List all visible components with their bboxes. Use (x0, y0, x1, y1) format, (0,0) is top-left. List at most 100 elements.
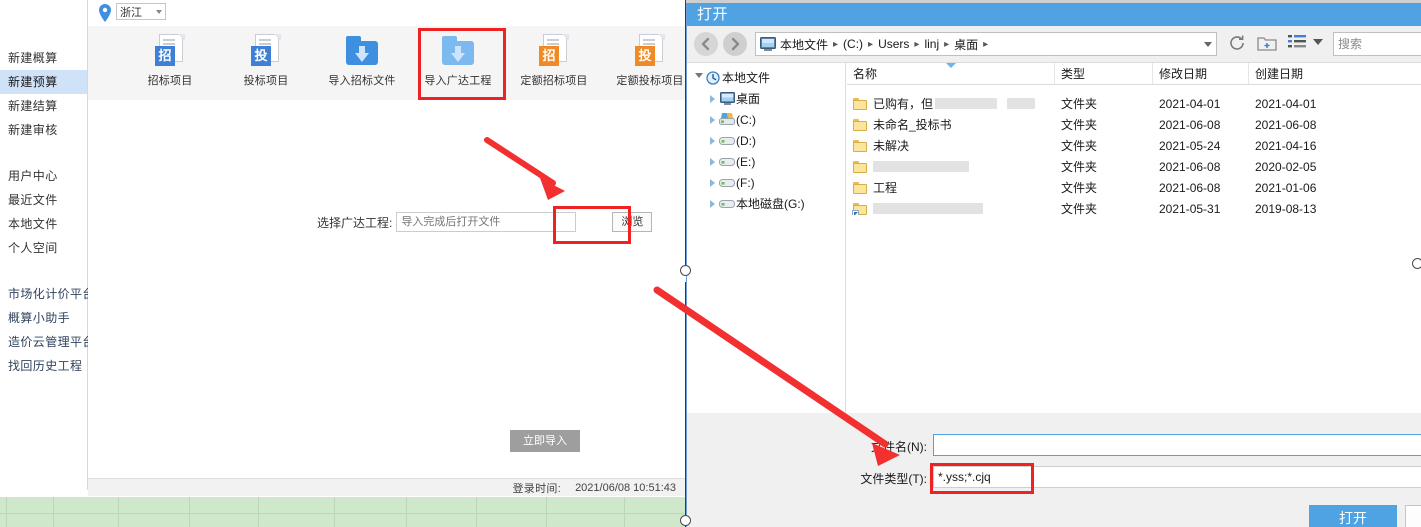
sidebar-item-new-audit[interactable]: 新建审核 (0, 118, 87, 142)
redacted-text (873, 161, 969, 172)
guangda-path-input[interactable] (396, 212, 577, 232)
chevron-right-icon[interactable] (707, 94, 718, 103)
sidebar-item-recent-files[interactable]: 最近文件 (0, 188, 87, 212)
cancel-button[interactable] (1405, 505, 1421, 527)
filename-input[interactable] (933, 434, 1421, 456)
tree-item-drive-e[interactable]: (E:) (687, 151, 845, 172)
sidebar-item-recover-history[interactable]: 找回历史工程 (0, 354, 87, 378)
doc-orange-zhao-icon: 招 (537, 34, 571, 68)
column-header-type[interactable]: 类型 (1055, 63, 1153, 84)
chevron-down-icon[interactable] (1204, 41, 1212, 47)
file-type: 文件夹 (1061, 118, 1098, 132)
file-type: 文件夹 (1061, 202, 1098, 216)
chevron-down-icon[interactable] (693, 73, 704, 82)
tree-item-drive-d[interactable]: (D:) (687, 130, 845, 151)
import-now-button[interactable]: 立即导入 (510, 430, 580, 452)
forward-button[interactable] (723, 32, 747, 56)
badge-zhao: 招 (155, 46, 175, 66)
tree-item-desktop[interactable]: 桌面 (687, 88, 845, 109)
folder-shortcut-icon (852, 202, 867, 215)
new-folder-button[interactable] (1257, 34, 1277, 57)
sidebar-item-personal-space[interactable]: 个人空间 (0, 236, 87, 260)
sidebar-item-cost-cloud[interactable]: 造价云管理平台 (0, 330, 94, 354)
sidebar-item-market-pricing[interactable]: 市场化计价平台 (0, 282, 94, 306)
back-button[interactable] (694, 32, 718, 56)
address-bar[interactable]: 本地文件 ▸ (C:) ▸ Users ▸ linj ▸ 桌面 ▸ (755, 32, 1217, 56)
guangda-path-label: 选择广达工程: (317, 215, 393, 230)
province-select[interactable]: 浙江 (116, 3, 166, 20)
table-row[interactable]: 未解决 文件夹 2021-05-24 2021-04-16 (847, 135, 1421, 156)
table-row[interactable]: 已购有，但 文件夹 2021-04-01 2021-04-01 (847, 93, 1421, 114)
toolbar-item-bid-submit-project[interactable]: 投 投标项目 (218, 26, 314, 100)
file-type: 文件夹 (1061, 139, 1098, 153)
tree-item-label: 本地磁盘(G:) (736, 197, 805, 211)
breadcrumb-3[interactable]: linj (924, 37, 939, 51)
file-name: 已购有，但 (873, 97, 934, 111)
breadcrumb-0[interactable]: 本地文件 (780, 36, 828, 53)
view-options-button[interactable] (1288, 34, 1306, 55)
folder-download-icon (345, 34, 379, 68)
column-header-created[interactable]: 创建日期 (1249, 63, 1421, 84)
selection-handle-left[interactable] (680, 265, 691, 276)
spreadsheet-grid-strip (0, 497, 686, 527)
drive-icon (718, 156, 736, 167)
chevron-right-icon[interactable] (707, 157, 718, 166)
view-options-caret[interactable] (1313, 39, 1323, 45)
tree-item-drive-g[interactable]: 本地磁盘(G:) (687, 193, 845, 214)
column-header-name[interactable]: 名称 (847, 63, 1055, 84)
login-time-label: 登录时间: (512, 482, 562, 495)
breadcrumb-separator: ▸ (833, 38, 839, 50)
breadcrumb-4[interactable]: 桌面 (954, 36, 978, 53)
breadcrumb-1[interactable]: (C:) (843, 37, 863, 51)
tree-item-drive-c[interactable]: (C:) (687, 109, 845, 130)
column-label: 修改日期 (1159, 67, 1208, 81)
tree-item-drive-f[interactable]: (F:) (687, 172, 845, 193)
drive-icon (718, 198, 736, 209)
table-row[interactable]: 工程 文件夹 2021-06-08 2021-01-06 (847, 177, 1421, 198)
column-label: 名称 (853, 67, 878, 81)
table-row[interactable]: 文件夹 2021-06-08 2020-02-05 (847, 156, 1421, 177)
sidebar-item-user-center[interactable]: 用户中心 (0, 164, 87, 188)
sidebar-item-local-files[interactable]: 本地文件 (0, 212, 87, 236)
toolbar-item-bid-invite-project[interactable]: 招 招标项目 (122, 26, 218, 100)
column-header-modified[interactable]: 修改日期 (1153, 63, 1249, 84)
badge-tou: 投 (251, 46, 271, 66)
open-button[interactable]: 打开 (1309, 505, 1397, 527)
sidebar-item-new-estimate[interactable]: 新建概算 (0, 46, 87, 70)
view-list-icon (1288, 35, 1306, 48)
new-folder-icon (1257, 37, 1277, 51)
tree-item-local-files[interactable]: 本地文件 (687, 67, 845, 88)
selection-edge-line (685, 0, 686, 265)
windows-drive-icon (718, 113, 736, 126)
highlight-box-filetype (930, 463, 1034, 494)
toolbar-label: 定额投标项目 (616, 75, 684, 87)
pricing-app-window: 新建概算 新建预算 新建结算 新建审核 用户中心 最近文件 本地文件 个人空间 … (0, 0, 686, 527)
chevron-right-icon[interactable] (707, 178, 718, 187)
table-row[interactable]: 文件夹 2021-05-31 2019-08-13 (847, 198, 1421, 219)
file-created: 2021-06-08 (1255, 117, 1317, 132)
breadcrumb-2[interactable]: Users (878, 37, 909, 51)
redacted-text (935, 98, 998, 109)
toolbar-item-quota-bid-invite-project[interactable]: 招 定额招标项目 (506, 26, 602, 100)
sidebar-item-new-budget[interactable]: 新建预算 (0, 70, 87, 94)
toolbar-item-quota-bid-submit-project[interactable]: 投 定额投标项目 (602, 26, 686, 100)
toolbar-item-import-bid-file[interactable]: 导入招标文件 (314, 26, 410, 100)
highlight-box-browse-button (553, 206, 631, 244)
tree-item-label: (C:) (736, 112, 756, 127)
selection-handle-bottom-left[interactable] (680, 515, 691, 526)
chevron-right-icon[interactable] (707, 199, 718, 208)
file-name: 未命名_投标书 (873, 118, 952, 132)
selection-handle-right[interactable] (1412, 258, 1421, 269)
search-input[interactable]: 搜索 (1333, 32, 1421, 56)
drive-icon (718, 177, 736, 188)
sidebar-item-estimate-assistant[interactable]: 概算小助手 (0, 306, 87, 330)
folder-icon (853, 118, 867, 131)
refresh-button[interactable] (1228, 34, 1246, 57)
sidebar-item-new-settlement[interactable]: 新建结算 (0, 94, 87, 118)
refresh-icon (1230, 35, 1244, 50)
chevron-right-icon[interactable] (707, 136, 718, 145)
chevron-right-icon[interactable] (707, 115, 718, 124)
file-created: 2020-02-05 (1255, 159, 1317, 174)
folder-tree: 本地文件 桌面 (C:) (D:) (E:) (F:) 本地磁盘(G:) (687, 63, 846, 414)
table-row[interactable]: 未命名_投标书 文件夹 2021-06-08 2021-06-08 (847, 114, 1421, 135)
